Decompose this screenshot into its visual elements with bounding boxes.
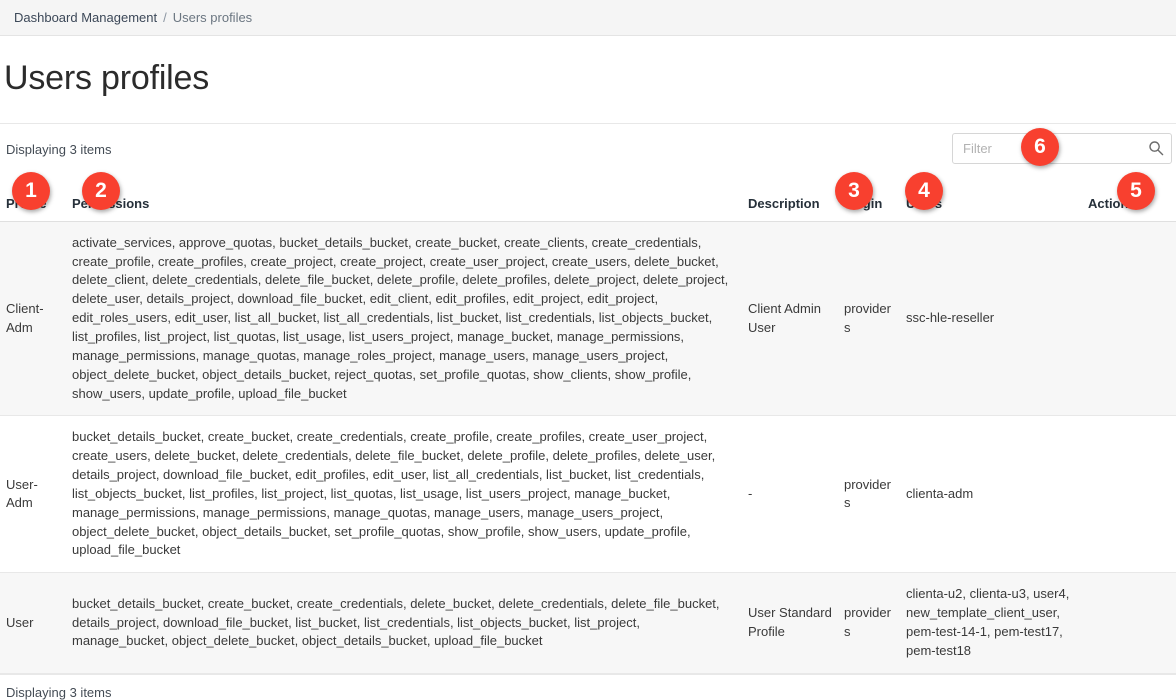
column-header-description[interactable]: Description [742,191,838,222]
breadcrumb-current-users-profiles: Users profiles [172,10,253,25]
cell-description: Client Admin User [742,221,838,417]
cell-origin: providers [838,221,900,417]
cell-profile: Client-Adm [0,221,66,417]
annotation-badge-2: 2 [82,172,120,210]
filter-field-wrapper [952,132,1172,164]
cell-users: clienta-adm [900,415,1082,574]
annotation-badge-3: 3 [835,172,873,210]
cell-profile: User-Adm [0,415,66,574]
table-row[interactable]: User-Adm bucket_details_bucket, create_b… [0,415,1176,574]
breadcrumb: Dashboard Management / Users profiles [0,0,1176,36]
annotation-badge-4: 4 [905,172,943,210]
column-header-permissions[interactable]: Permissions [66,191,742,222]
cell-origin: providers [838,572,900,674]
table-toolbar: Displaying 3 items [0,124,1176,192]
cell-actions[interactable] [1082,572,1176,674]
cell-origin: providers [838,415,900,574]
table-header: Profile Permissions Description Origin U… [0,191,1176,222]
cell-users: ssc-hle-reseller [900,221,1082,417]
cell-profile: User [0,572,66,674]
table-row[interactable]: User bucket_details_bucket, create_bucke… [0,572,1176,674]
displaying-count-bottom: Displaying 3 items [0,673,1176,700]
table-header-row: Profile Permissions Description Origin U… [0,191,1176,222]
table-body: Client-Adm activate_services, approve_qu… [0,221,1176,674]
breadcrumb-link-dashboard-management[interactable]: Dashboard Management [14,10,157,25]
breadcrumb-separator: / [163,10,167,25]
search-icon[interactable] [1148,140,1164,156]
filter-input[interactable] [952,132,1172,164]
cell-description: - [742,415,838,574]
table-row[interactable]: Client-Adm activate_services, approve_qu… [0,221,1176,417]
annotation-badge-1: 1 [12,172,50,210]
annotation-badge-6: 6 [1021,128,1059,166]
page-title: Users profiles [4,59,210,97]
annotation-badge-5: 5 [1117,172,1155,210]
users-profiles-table: Profile Permissions Description Origin U… [0,191,1176,674]
cell-actions[interactable] [1082,415,1176,574]
cell-description: User Standard Profile [742,572,838,674]
cell-permissions: bucket_details_bucket, create_bucket, cr… [66,415,742,574]
displaying-count-top: Displaying 3 items [6,141,112,157]
cell-permissions: activate_services, approve_quotas, bucke… [66,221,742,417]
cell-permissions: bucket_details_bucket, create_bucket, cr… [66,572,742,674]
cell-users: clienta-u2, clienta-u3, user4, new_templ… [900,572,1082,674]
cell-actions[interactable] [1082,221,1176,417]
